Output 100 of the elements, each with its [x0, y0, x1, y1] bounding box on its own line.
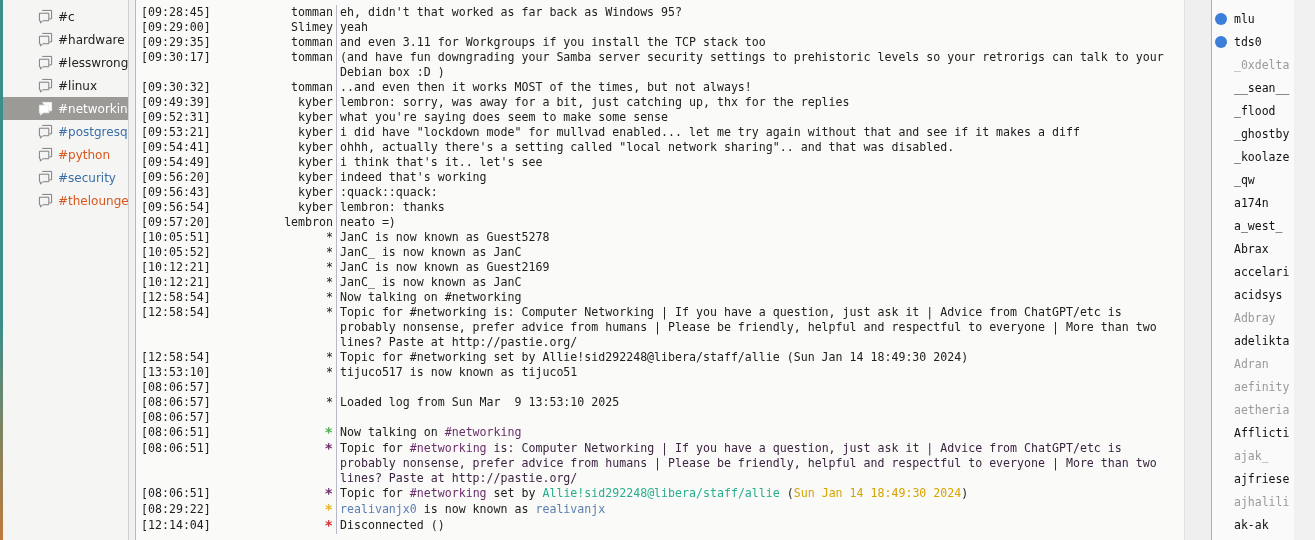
nick: tomman: [291, 50, 333, 64]
timestamp: [12:58:54]: [140, 305, 212, 321]
nick: Slimey: [291, 20, 333, 34]
timestamp: [09:57:20]: [140, 215, 212, 230]
timestamp: [12:58:54]: [140, 350, 212, 365]
message-text: and even 3.11 for Workgroups if you install the TCP stack too: [340, 35, 766, 49]
nick: *: [326, 245, 333, 259]
timestamp: [08:06:57]: [140, 380, 212, 395]
user-item[interactable]: tds0: [1212, 30, 1294, 53]
channel-item[interactable]: #lesswrong: [3, 51, 128, 74]
speech-bubble-icon: [38, 9, 53, 24]
channel-item[interactable]: #c: [3, 5, 128, 28]
user-item[interactable]: a174n: [1212, 191, 1294, 214]
message-text: what you're saying does seem to make some sense: [340, 110, 669, 124]
nick: tomman: [291, 80, 333, 94]
speech-bubble-icon: [38, 170, 53, 185]
timestamp: [09:29:00]: [140, 20, 212, 35]
nick: *: [326, 230, 333, 244]
message-text: JanC is now known as Guest2169: [340, 260, 550, 274]
user-item[interactable]: ak-ak: [1212, 513, 1294, 536]
speech-bubble-icon: [38, 193, 53, 208]
channel-item[interactable]: #postgresq: [3, 120, 128, 143]
nick: *: [326, 275, 333, 289]
timestamp: [10:12:21]: [140, 275, 212, 290]
user-item[interactable]: Abrax: [1212, 237, 1294, 260]
user-item[interactable]: _flood: [1212, 99, 1294, 122]
timestamp: [09:54:41]: [140, 140, 212, 155]
message-text: Topic for #networking is: Computer Networking | If you have a question, just ask it | Advice from ChatGPT/etc is probably nonsense, prefer advice from humans | Please be friendly, helpful and respectful to everyone | More than two lines? Paste at http://pastie.org/: [340, 305, 1158, 349]
nick: *: [324, 501, 333, 517]
message-text: Loaded log from Sun Mar 9 13:53:10 2025: [340, 395, 620, 409]
user-item[interactable]: adelikta: [1212, 329, 1294, 352]
nick: *: [324, 485, 333, 501]
nick: kyber: [298, 110, 333, 124]
timestamp: [08:29:22]: [140, 502, 212, 518]
message-text: Topic for #networking set by Allie!sid292248@libera/staff/allie (Sun Jan 14 18:49:30 2024): [340, 486, 969, 500]
channel-item[interactable]: #security: [3, 166, 128, 189]
nick: *: [324, 517, 333, 533]
nick: kyber: [298, 170, 333, 184]
channel-item[interactable]: #linux: [3, 74, 128, 97]
nick: *: [326, 365, 333, 379]
user-item[interactable]: Afflicti: [1212, 421, 1294, 444]
message-text: i think that's it.. let's see: [340, 155, 543, 169]
user-item[interactable]: _ghostby: [1212, 122, 1294, 145]
channel-item[interactable]: #python: [3, 143, 128, 166]
user-item[interactable]: mlu: [1212, 7, 1294, 30]
nick: *: [326, 305, 333, 319]
timestamp: [10:05:52]: [140, 245, 212, 260]
user-item[interactable]: ajfriese: [1212, 467, 1294, 490]
nick: *: [326, 350, 333, 364]
speech-bubble-icon: [38, 101, 53, 116]
message-text: JanC_ is now known as JanC: [340, 245, 522, 259]
message-text: Now talking on #networking: [340, 425, 522, 439]
channel-item[interactable]: #thelounge: [3, 189, 128, 212]
nick: kyber: [298, 125, 333, 139]
message-text: indeed that's working: [340, 170, 487, 184]
timestamp: [08:06:57]: [140, 395, 212, 410]
pane-splitter[interactable]: [128, 0, 136, 540]
user-item[interactable]: _qw: [1212, 168, 1294, 191]
nick: *: [324, 424, 333, 440]
timestamp: [09:54:49]: [140, 155, 212, 170]
speech-bubble-icon: [38, 124, 53, 139]
timestamp: [08:06:51]: [140, 441, 212, 457]
timestamp: [09:30:17]: [140, 50, 212, 66]
message-text: Topic for #networking set by Allie!sid292248@libera/staff/allie (Sun Jan 14 18:49:30 2024): [340, 350, 969, 364]
user-item[interactable]: acidsys: [1212, 283, 1294, 306]
message-text: ..and even then it works MOST of the times, but not always!: [340, 80, 752, 94]
message-text: tijuco517 is now known as tijuco51: [340, 365, 578, 379]
timestamp: [13:53:10]: [140, 365, 212, 380]
nick: *: [324, 440, 333, 456]
user-item[interactable]: a_west_: [1212, 214, 1294, 237]
message-text: Disconnected (): [340, 518, 445, 532]
message-text: i did have "lockdown mode" for mullvad enabled... let me try again without that and see if it makes a diff: [340, 125, 1080, 139]
nick: *: [326, 260, 333, 274]
nick: *: [326, 290, 333, 304]
speech-bubble-icon: [38, 55, 53, 70]
nick: kyber: [298, 200, 333, 214]
speech-bubble-icon: [38, 32, 53, 47]
channel-item[interactable]: #hardware: [3, 28, 128, 51]
nick: kyber: [298, 155, 333, 169]
message-text: ohhh, actually there's a setting called "local network sharing".. and that was disabled.: [340, 140, 955, 154]
speech-bubble-icon: [38, 78, 53, 93]
message-text: yeah: [340, 20, 368, 34]
user-item[interactable]: __sean__: [1212, 76, 1294, 99]
timestamp: [09:29:35]: [140, 35, 212, 50]
message-text: lembron: thanks: [340, 200, 445, 214]
nick: lembron: [284, 215, 333, 229]
user-item[interactable]: accelari: [1212, 260, 1294, 283]
timestamp: [12:14:04]: [140, 518, 212, 534]
user-item[interactable]: _koolaze: [1212, 145, 1294, 168]
timestamp: [09:56:54]: [140, 200, 212, 215]
timestamp: [08:06:57]: [140, 410, 212, 425]
timestamp: [09:52:31]: [140, 110, 212, 125]
message-text: eh, didn't that worked as far back as Windows 95?: [340, 5, 683, 19]
timestamp: [09:56:43]: [140, 185, 212, 200]
timestamp: [09:30:32]: [140, 80, 212, 95]
message-text: :quack::quack:: [340, 185, 438, 199]
nick: kyber: [298, 95, 333, 109]
timestamp: [08:06:51]: [140, 425, 212, 441]
message-text: Topic for #networking is: Computer Networking | If you have a question, just ask it | Advice from ChatGPT/etc is probably nonsense, prefer advice from humans | Please be friendly, helpful and respectful to everyone | More than two lines? Paste at http://pastie.org/: [340, 441, 1158, 485]
nick: kyber: [298, 185, 333, 199]
